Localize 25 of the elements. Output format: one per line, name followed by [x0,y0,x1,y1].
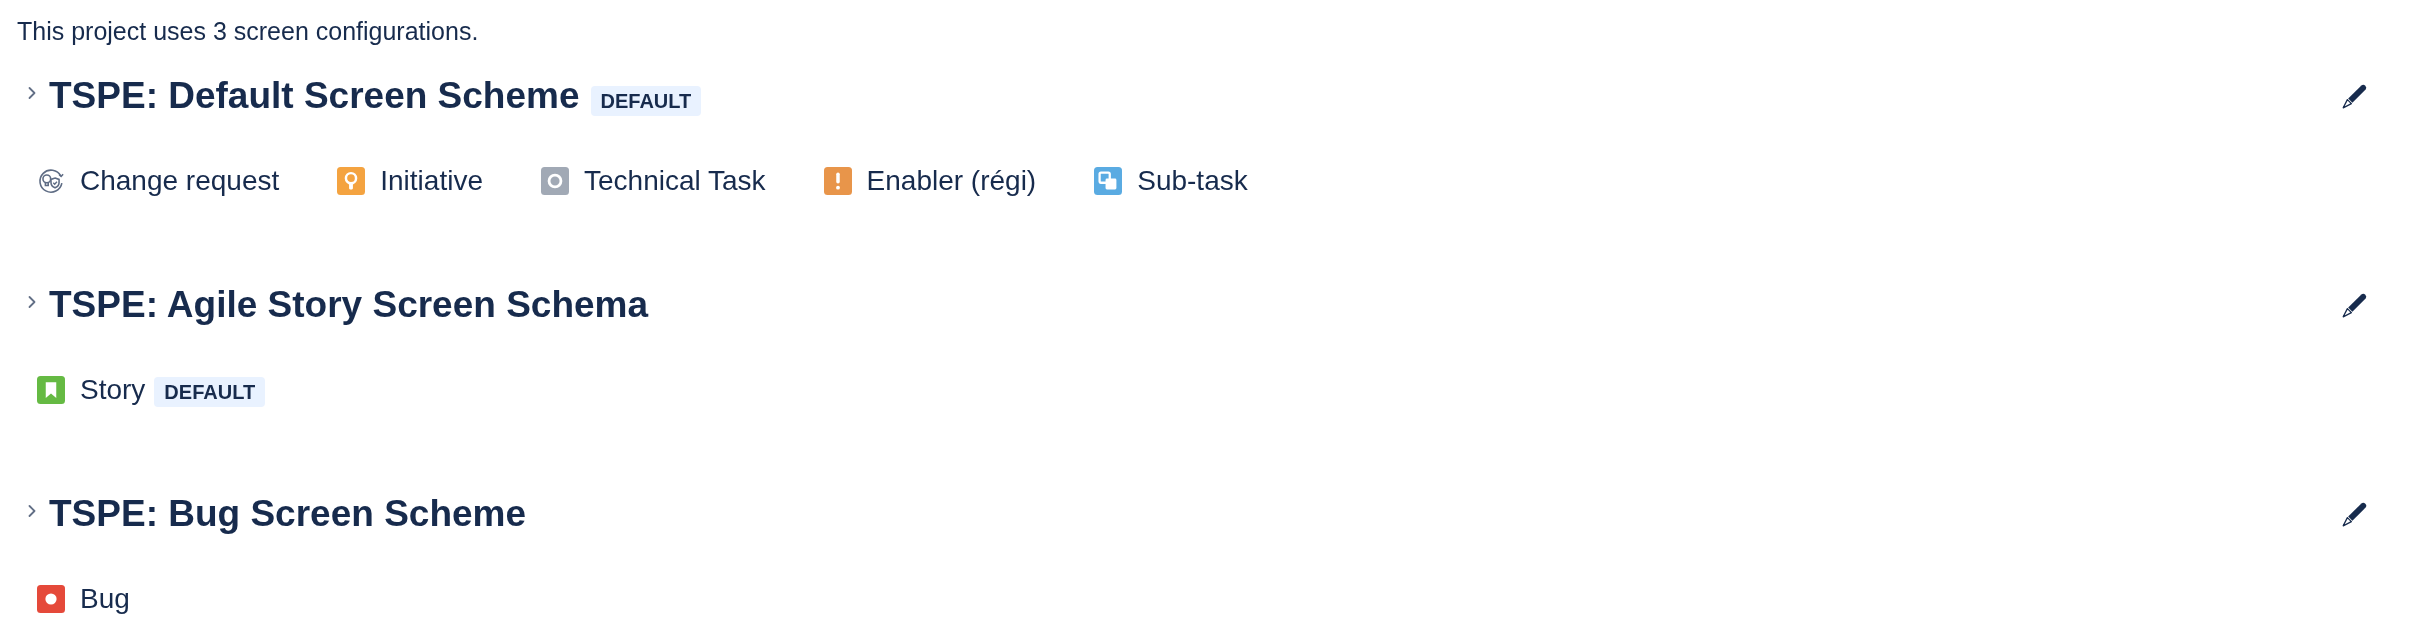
default-badge: DEFAULT [590,86,702,116]
chevron-icon[interactable] [27,294,37,310]
lightbulb-shield-icon [37,167,65,195]
intro-text: This project uses 3 screen configurations. [17,16,479,47]
issue-type-name: Initiative [380,164,483,198]
issue-type-name: Technical Task [584,164,766,198]
issue-type-name: Story [80,373,146,407]
ring-icon [541,167,569,195]
scheme-title: TSPE: Bug Screen Scheme [49,492,527,536]
issue-type-name: Change request [80,164,280,198]
bookmark-icon [37,376,65,404]
issue-type-name: Bug [80,582,130,616]
default-badge: DEFAULT [154,377,266,407]
overlapping-squares-icon [1094,167,1123,195]
lightbulb-icon [337,167,366,195]
pencil-icon [2342,83,2368,109]
chevron-icon[interactable] [27,85,37,101]
pencil-icon [2342,501,2368,527]
exclamation-icon [823,167,852,195]
issue-type-name: Enabler (régi) [866,164,1037,198]
scheme-title: TSPE: Agile Story Screen Schema [49,283,649,327]
issue-type-name: Sub-task [1137,164,1248,198]
scheme-title: TSPE: Default Screen Scheme [49,74,580,118]
chevron-icon[interactable] [27,503,37,519]
pencil-icon [2342,292,2368,318]
